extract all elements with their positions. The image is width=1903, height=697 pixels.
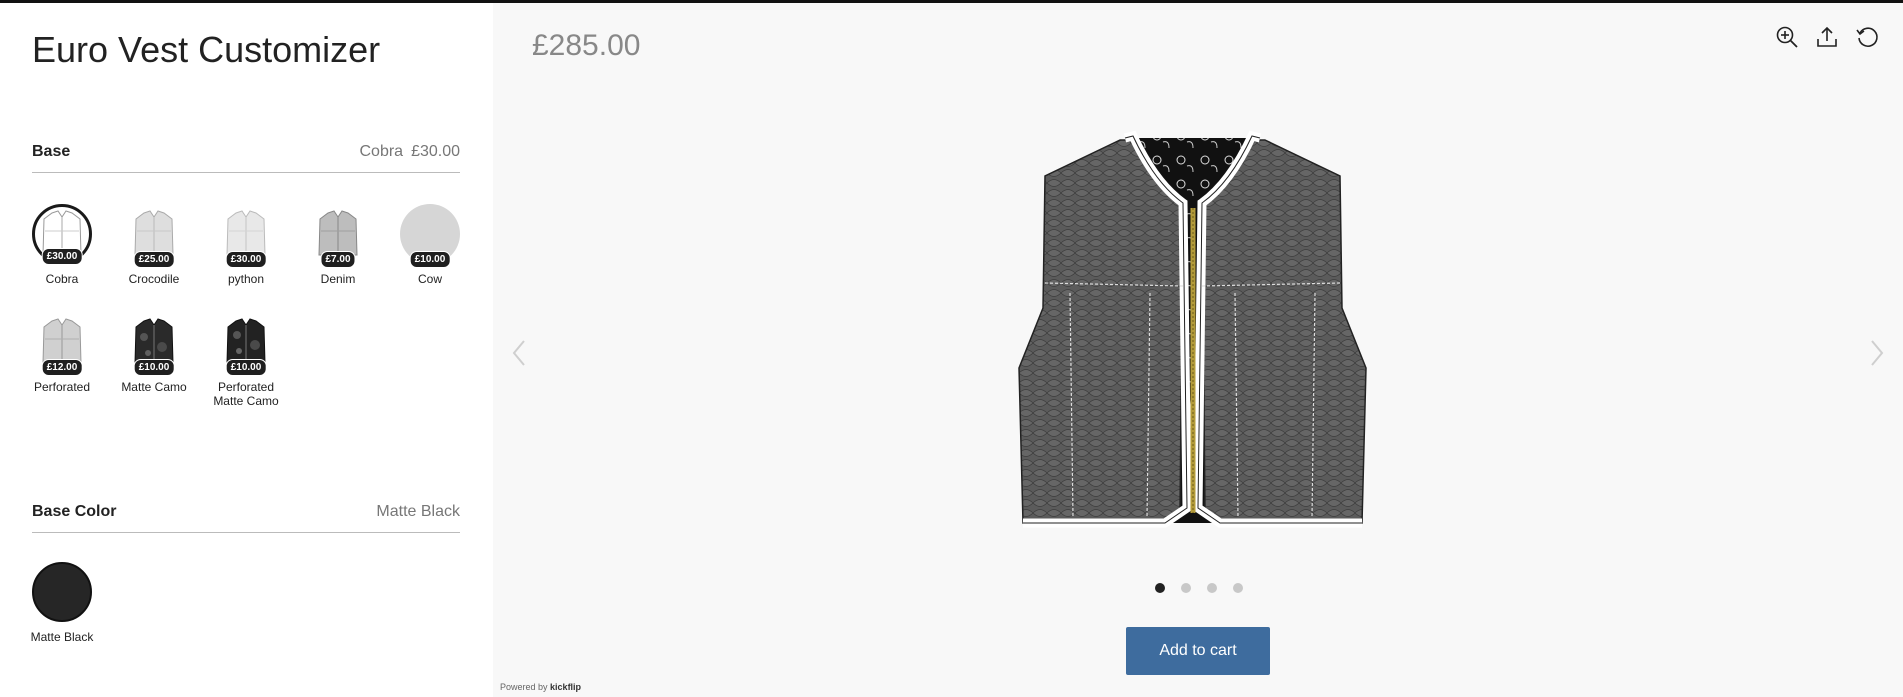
zoom-button[interactable]: [1773, 23, 1801, 51]
option-label: Perforated Matte Camo: [213, 380, 279, 408]
base-selected-price: £30.00: [411, 143, 460, 160]
price-badge: £10.00: [225, 359, 267, 376]
share-button[interactable]: [1813, 23, 1841, 51]
chevron-right-icon: [1871, 340, 1884, 366]
price-badge: £30.00: [225, 251, 267, 268]
option-thumbnail: £10.00: [216, 312, 276, 376]
base-color-selected-name: Matte Black: [376, 503, 460, 520]
reset-button[interactable]: [1853, 23, 1881, 51]
option-thumbnail: £10.00: [400, 204, 460, 268]
base-color-section-header: Base Color Matte Black: [32, 503, 460, 533]
option-thumbnail: £25.00: [124, 204, 184, 268]
base-option-perforated-matte-camo[interactable]: £10.00 Perforated Matte Camo: [200, 312, 292, 408]
powered-by-prefix: Powered by: [500, 682, 548, 692]
option-label: Cow: [417, 272, 442, 286]
options-panel: Euro Vest Customizer Base Cobra £30.00 £3…: [0, 3, 493, 697]
base-section-title: Base: [32, 143, 71, 160]
reset-icon: [1856, 27, 1878, 47]
base-option-denim[interactable]: £7.00 Denim: [292, 204, 384, 286]
option-thumbnail: £30.00: [216, 204, 276, 268]
price-badge: £10.00: [409, 251, 451, 268]
price-badge: £7.00: [320, 251, 356, 268]
option-label: Crocodile: [128, 272, 180, 286]
pagination-dot[interactable]: [1155, 583, 1165, 593]
option-thumbnail: £10.00: [124, 312, 184, 376]
option-label: Perforated: [33, 380, 91, 394]
base-option-perforated[interactable]: £12.00 Perforated: [16, 312, 108, 394]
share-icon: [1817, 26, 1837, 47]
color-swatch: [32, 562, 92, 622]
base-selected-name: Cobra: [359, 143, 404, 160]
option-label: Denim: [320, 272, 356, 286]
base-option-cobra[interactable]: £30.00 Cobra: [16, 204, 108, 286]
pagination-dot[interactable]: [1207, 583, 1217, 593]
base-section-header: Base Cobra £30.00: [32, 143, 460, 173]
base-option-cow[interactable]: £10.00 Cow: [384, 204, 476, 286]
color-option-matte-black[interactable]: Matte Black: [16, 562, 108, 644]
preview-area: £285.00 Add to cart Powered by kickflip: [493, 3, 1903, 697]
price-badge: £25.00: [133, 251, 175, 268]
pagination-dot[interactable]: [1181, 583, 1191, 593]
preview-toolbar: [1773, 23, 1881, 51]
base-option-crocodile[interactable]: £25.00 Crocodile: [108, 204, 200, 286]
page-title: Euro Vest Customizer: [32, 29, 381, 70]
option-label: python: [227, 272, 265, 286]
next-view-button[interactable]: [1866, 336, 1888, 370]
pagination-dot[interactable]: [1233, 583, 1243, 593]
vest-preview-image: [1018, 130, 1367, 528]
view-pagination: [1155, 583, 1243, 593]
base-color-section-title: Base Color: [32, 503, 117, 520]
zoom-in-icon: [1776, 26, 1798, 48]
price-badge: £30.00: [41, 248, 83, 265]
powered-by[interactable]: Powered by kickflip: [500, 682, 581, 692]
option-label: Matte Black: [30, 630, 94, 644]
total-price: £285.00: [532, 29, 641, 62]
option-label: Cobra: [45, 272, 79, 286]
option-label: Matte Camo: [121, 380, 187, 394]
price-badge: £10.00: [133, 359, 175, 376]
previous-view-button[interactable]: [508, 336, 530, 370]
base-option-python[interactable]: £30.00 python: [200, 204, 292, 286]
base-selected-summary: Cobra £30.00: [359, 143, 460, 161]
option-thumbnail: £7.00: [308, 204, 368, 268]
add-to-cart-button[interactable]: Add to cart: [1126, 627, 1270, 675]
price-badge: £12.00: [41, 359, 83, 376]
kickflip-logo: kickflip: [550, 682, 582, 692]
chevron-left-icon: [512, 340, 525, 366]
base-option-matte-camo[interactable]: £10.00 Matte Camo: [108, 312, 200, 394]
option-thumbnail: £12.00: [32, 312, 92, 376]
option-thumbnail: £30.00: [32, 204, 92, 265]
